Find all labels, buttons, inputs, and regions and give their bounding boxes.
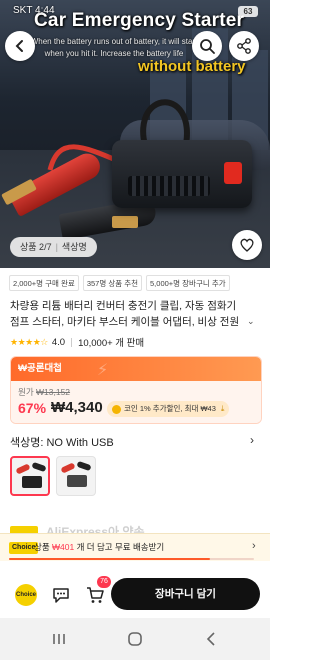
back-button[interactable] (5, 31, 35, 61)
sale-price: ₩4,340 (51, 399, 103, 416)
discount-percent: 67% (18, 400, 47, 416)
original-price-value: ₩13,152 (36, 387, 71, 397)
system-back-button[interactable] (200, 628, 222, 650)
original-price: 원가 ₩13,152 (18, 386, 70, 398)
overlay-badge: without battery (138, 58, 246, 75)
chevron-right-icon[interactable]: › (250, 433, 254, 447)
recent-apps-button[interactable] (48, 628, 70, 650)
deal-header-label: ₩공론대첩 (18, 363, 62, 374)
sold-count: 10,000+ 개 판매 (78, 338, 145, 349)
back-chevron-icon (206, 632, 215, 646)
star-rating-icon: ★★★★☆ (10, 336, 48, 347)
status-carrier: SKT 4:44 (13, 5, 55, 16)
system-nav-bar (0, 618, 270, 660)
color-selection-label[interactable]: 색상명: NO With USB (10, 434, 114, 450)
aliexpress-promise-header: AliExpress아 약속 (0, 520, 270, 534)
chat-button[interactable] (50, 584, 72, 606)
promo-amount: ₩401 (52, 542, 75, 552)
promo-progress-fill (9, 558, 210, 560)
color-option-no-usb[interactable] (10, 456, 50, 496)
rating-value: 4.0 (51, 336, 66, 348)
home-icon (128, 632, 142, 646)
coin-discount-text: 코인 1% 추가할인, 최대 ₩43 (124, 404, 216, 413)
promo-text-after: 개 더 담고 무료 배송받기 (76, 542, 165, 552)
chat-icon (53, 588, 69, 603)
product-title[interactable]: 차량용 리튬 배터리 컨버터 충전기 클립, 자동 점화기 점프 스타터, 마키… (10, 298, 262, 330)
share-icon (237, 38, 251, 54)
cart-count-badge: 76 (97, 576, 111, 588)
page-indicator-sub: 색상명 (61, 242, 87, 252)
lightning-icon: ⚡ (97, 362, 109, 379)
expand-title-chevron-icon[interactable]: ⌄ (247, 316, 255, 327)
device-switch (224, 162, 242, 184)
product-image-carousel[interactable]: Car Emergency Starter When the battery r… (0, 0, 270, 268)
thumb-red-clamp (60, 462, 76, 474)
cart-icon (87, 587, 104, 603)
chevron-left-icon (15, 40, 23, 52)
add-to-cart-button[interactable]: 장바구니 담기 (111, 578, 260, 610)
product-title-line1: 차량용 리튬 배터리 컨버터 충전기 클립, 자동 점화기 (10, 300, 237, 312)
black-clamp-jaw (112, 216, 138, 228)
tag-recommended: 357명 상품 추천 (82, 275, 143, 291)
rating-row[interactable]: ★★★★☆ 4.0 10,000+ 개 판매 (10, 335, 145, 350)
device-grill (128, 176, 210, 196)
chevron-right-icon: › (252, 540, 256, 552)
choice-badge[interactable]: Choice (15, 584, 37, 606)
status-bar: SKT 4:44 63 (0, 0, 270, 22)
promo-text-before: 상품 (34, 542, 50, 552)
thumb-device (22, 476, 42, 488)
promo-text: 상품 ₩401 개 더 담고 무료 배송받기 (34, 541, 164, 553)
rating-divider (71, 337, 73, 347)
download-icon: ⤓ (220, 404, 225, 413)
promo-progress-bar (9, 558, 254, 560)
search-button[interactable] (192, 31, 222, 61)
thumb-device (67, 475, 87, 487)
bottom-action-bar: Choice 76 장바구니 담기 (0, 572, 270, 618)
search-icon (200, 39, 215, 54)
tag-purchased: 2,000+명 구매 완료 (9, 275, 79, 291)
home-button[interactable] (124, 628, 146, 650)
tag-cart-added: 5,000+명 장바구니 추가 (146, 275, 230, 291)
wishlist-button[interactable] (232, 230, 262, 260)
deal-body: 원가 ₩13,152 67% ₩4,340 코인 1% 추가할인, 최대 ₩43… (11, 381, 261, 423)
deal-card: ₩공론대첩 ⚡ 원가 ₩13,152 67% ₩4,340 코인 1% 추가할인… (10, 356, 262, 424)
overlay-subtitle: When the battery runs out of battery, it… (30, 37, 198, 58)
page-indicator-count: 상품 2/7 (20, 242, 52, 252)
image-page-indicator: 상품 2/7 | 색상명 (10, 237, 97, 257)
deal-header: ₩공론대첩 ⚡ (11, 357, 261, 381)
recent-apps-icon (53, 634, 65, 644)
original-price-label: 원가 (18, 387, 34, 397)
thumb-black-clamp (31, 461, 47, 473)
color-option-with-usb[interactable] (56, 456, 96, 496)
product-title-line2: 점프 스타터, 마키타 부스터 케이블 어댑터, 비상 전원 (10, 316, 240, 328)
coin-discount-pill[interactable]: 코인 1% 추가할인, 최대 ₩43 ⤓ (107, 401, 230, 417)
jump-starter-device (112, 140, 252, 208)
free-shipping-promo[interactable]: Choice 상품 ₩401 개 더 담고 무료 배송받기 › (0, 533, 270, 561)
thumb-black-clamp (76, 460, 92, 472)
heart-icon (240, 238, 254, 252)
battery-icon: 63 (238, 6, 258, 17)
coin-icon (112, 404, 121, 414)
thumb-red-clamp (15, 463, 31, 475)
share-button[interactable] (229, 31, 259, 61)
social-proof-tags: 2,000+명 구매 완료 357명 상품 추천 5,000+명 장바구니 추가 (0, 275, 270, 293)
